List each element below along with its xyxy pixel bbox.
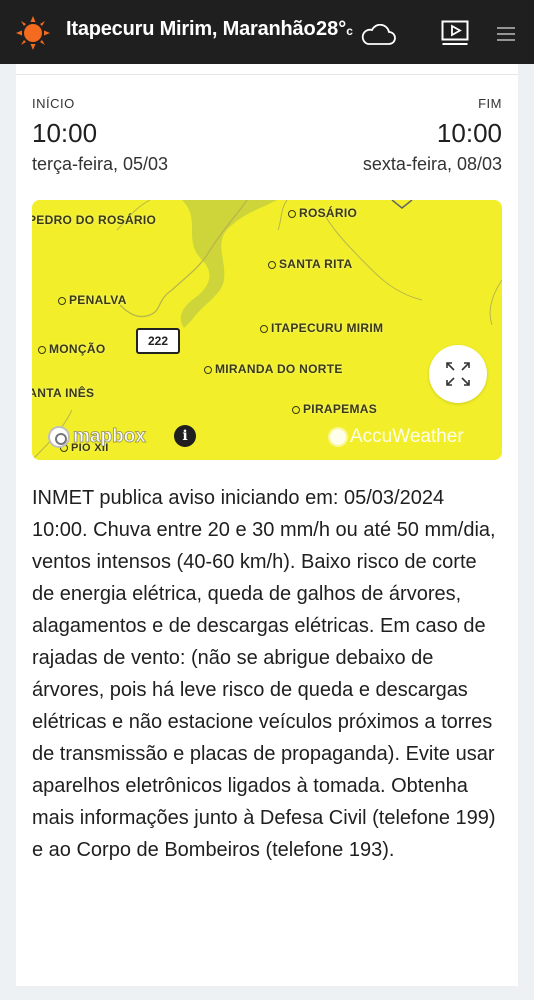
city-dot — [58, 297, 66, 305]
alert-map[interactable]: PEDRO DO ROSÁRIO ROSÁRIO SANTA RITA PENA… — [32, 200, 502, 460]
end-label: FIM — [478, 96, 502, 111]
map-label-santa-rita: SANTA RITA — [268, 257, 352, 271]
top-bar: Itapecuru Mirim, Maranhão 28°c — [0, 0, 534, 64]
temperature-unit: c — [346, 24, 353, 38]
sun-icon — [16, 16, 50, 50]
map-label-pirapemas: PIRAPEMAS — [292, 402, 377, 416]
map-label-rosario: ROSÁRIO — [288, 206, 357, 220]
cloud-icon — [361, 24, 396, 45]
video-icon[interactable] — [441, 20, 469, 46]
city-dot — [288, 210, 296, 218]
current-temperature: 28°c — [316, 18, 353, 41]
mapbox-wordmark: mapbox — [73, 426, 147, 448]
expand-map-button[interactable] — [429, 345, 487, 403]
info-icon[interactable]: i — [174, 425, 196, 447]
city-dot — [38, 346, 46, 354]
accuweather-watermark: AccuWeather — [330, 426, 464, 448]
accuweather-sun-icon — [330, 429, 346, 445]
map-label-itapecuru-mirim: ITAPECURU MIRIM — [260, 321, 383, 335]
start-label: INÍCIO — [32, 96, 75, 111]
start-date: terça-feira, 05/03 — [32, 154, 169, 174]
city-dot — [292, 406, 300, 414]
temperature-value: 28° — [316, 18, 347, 40]
alert-description: INMET publica aviso iniciando em: 05/03/… — [32, 487, 496, 861]
map-label-miranda-do-norte: MIRANDA DO NORTE — [204, 362, 343, 376]
mapbox-icon — [48, 426, 70, 448]
expand-icon — [446, 362, 470, 386]
city-dot — [268, 261, 276, 269]
menu-icon[interactable] — [497, 27, 515, 41]
start-time: 10:00 — [32, 118, 98, 148]
map-label-penalva: PENALVA — [58, 293, 127, 307]
map-label-pedro-do-rosario: PEDRO DO ROSÁRIO — [32, 213, 157, 227]
map-label-moncao: MONÇÃO — [38, 342, 105, 356]
end-time: 10:00 — [436, 118, 502, 148]
card-divider — [16, 74, 518, 75]
city-dot — [204, 366, 212, 374]
city-dot — [260, 325, 268, 333]
map-label-santa-ines: SANTA INÊS — [32, 386, 95, 400]
mapbox-logo[interactable]: mapbox — [48, 424, 146, 450]
end-date: sexta-feira, 08/03 — [362, 154, 502, 174]
road-shield-222: 222 — [136, 328, 180, 354]
location-title[interactable]: Itapecuru Mirim, Maranhão — [66, 18, 316, 41]
